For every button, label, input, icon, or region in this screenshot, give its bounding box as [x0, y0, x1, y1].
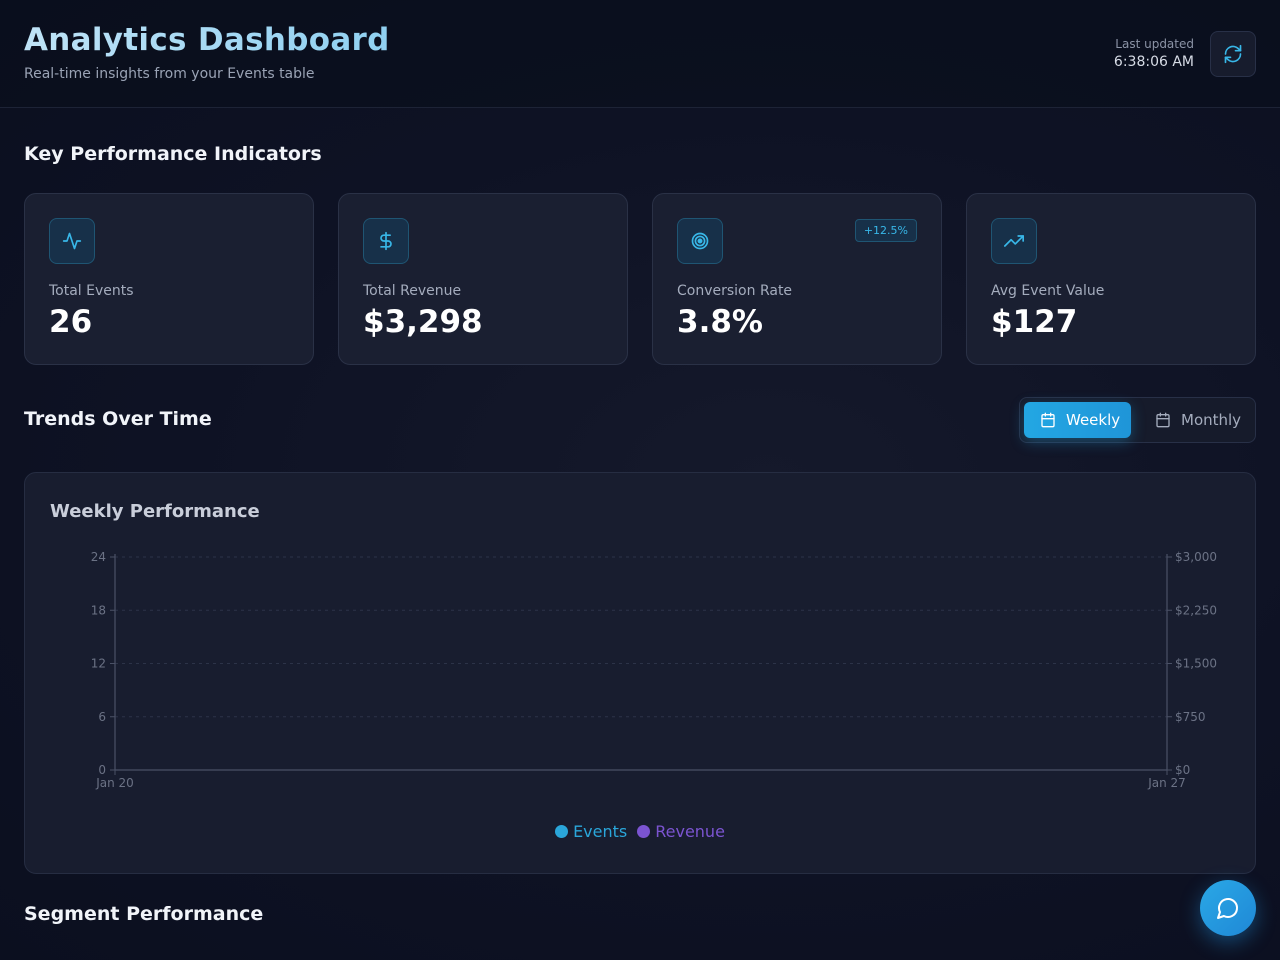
trending-up-icon	[991, 218, 1037, 264]
dollar-icon	[363, 218, 409, 264]
activity-icon	[49, 218, 95, 264]
kpi-card-total-revenue: Total Revenue $3,298	[338, 193, 628, 365]
legend-item-revenue[interactable]: Revenue	[637, 822, 725, 841]
x-tick-label: Jan 27	[1147, 776, 1186, 790]
kpi-label: Total Events	[49, 283, 134, 299]
weekly-label: Weekly	[1066, 411, 1121, 429]
y-right-tick-label: $0	[1175, 763, 1190, 777]
weekly-toggle-button[interactable]: Weekly	[1024, 402, 1131, 438]
kpi-value: 26	[49, 304, 93, 340]
kpi-value: 3.8%	[677, 304, 763, 340]
chart-legend: Events Revenue	[25, 822, 1255, 841]
y-right-tick-label: $2,250	[1175, 603, 1217, 617]
monthly-label: Monthly	[1181, 411, 1242, 429]
y-right-tick-label: $1,500	[1175, 657, 1217, 671]
last-updated-time: 6:38:06 AM	[1113, 54, 1194, 70]
kpi-card-conversion-rate: +12.5% Conversion Rate 3.8%	[652, 193, 942, 365]
chat-bubble-icon	[1217, 898, 1238, 919]
performance-chart: 0 6 12 18 24 $0 $750 $1,500 $2,250 $3,000 Jan 20 Ja…	[91, 550, 1217, 790]
y-left-tick-label: 6	[98, 710, 106, 724]
calendar-icon	[1041, 412, 1055, 428]
calendar-icon	[1156, 412, 1170, 428]
y-right-tick-label: $750	[1175, 710, 1206, 724]
kpi-label: Avg Event Value	[991, 283, 1105, 299]
y-right-tick-label: $3,000	[1175, 550, 1217, 564]
page-subtitle: Real-time insights from your Events tabl…	[24, 66, 315, 82]
refresh-button[interactable]	[1210, 31, 1256, 77]
kpi-section-title: Key Performance Indicators	[24, 143, 322, 165]
legend-item-events[interactable]: Events	[555, 822, 627, 841]
page-title: Analytics Dashboard	[24, 22, 390, 58]
refresh-icon	[1224, 44, 1242, 64]
x-tick-label: Jan 20	[95, 776, 134, 790]
legend-label-revenue: Revenue	[655, 822, 725, 841]
kpi-label: Conversion Rate	[677, 283, 793, 299]
kpi-value: $127	[991, 304, 1078, 340]
page-header: Analytics Dashboard Real-time insights f…	[0, 0, 1280, 108]
legend-dot-revenue	[637, 825, 651, 838]
y-left-tick-label: 18	[91, 603, 106, 617]
legend-label-events: Events	[573, 822, 628, 841]
weekly-performance-chart-card: Weekly Performance 0 6 12 18 24 $0 $750 $1,500 $…	[24, 472, 1256, 874]
chat-button[interactable]	[1200, 880, 1256, 936]
segment-section-title: Segment Performance	[24, 903, 264, 925]
period-toggle: Weekly Monthly	[1019, 397, 1256, 443]
last-updated-label: Last updated	[1115, 37, 1194, 51]
monthly-toggle-button[interactable]: Monthly	[1139, 402, 1249, 438]
kpi-label: Total Revenue	[363, 283, 462, 299]
y-left-tick-label: 0	[98, 763, 106, 777]
target-icon	[677, 218, 723, 264]
kpi-change-badge: +12.5%	[854, 219, 917, 242]
kpi-card-total-events: Total Events 26	[24, 193, 314, 365]
kpi-card-avg-event-value: Avg Event Value $127	[966, 193, 1256, 365]
y-left-tick-label: 12	[91, 657, 106, 671]
trends-section-title: Trends Over Time	[24, 408, 212, 430]
kpi-value: $3,298	[363, 304, 483, 340]
legend-dot-events	[555, 825, 569, 838]
y-left-tick-label: 24	[91, 550, 106, 564]
